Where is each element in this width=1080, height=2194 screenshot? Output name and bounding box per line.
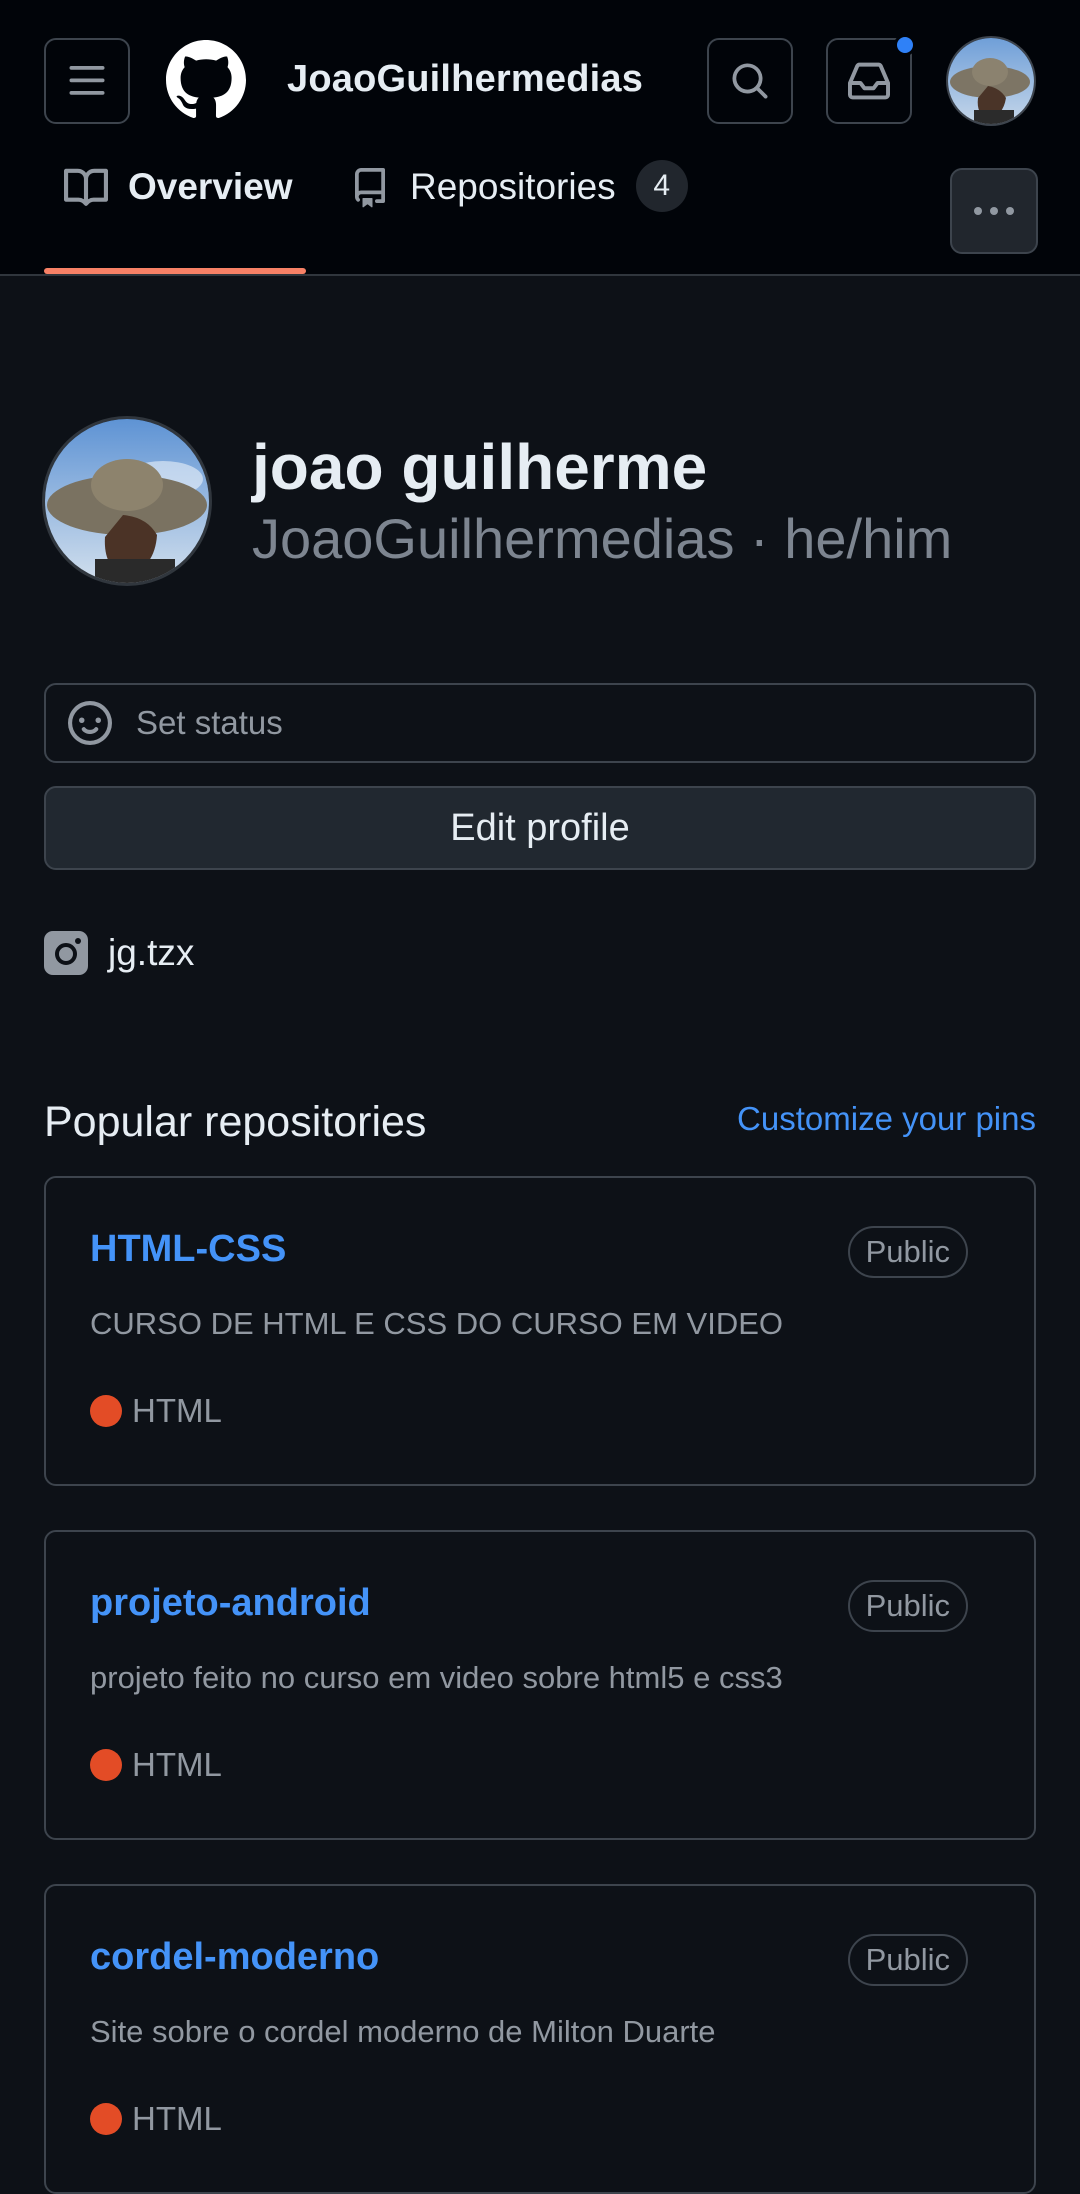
visibility-badge: Public bbox=[847, 1934, 968, 1986]
language-color-dot bbox=[90, 2103, 122, 2135]
search-button[interactable] bbox=[707, 38, 793, 124]
social-link-instagram[interactable]: jg.tzx bbox=[44, 928, 194, 978]
language-color-dot bbox=[90, 1395, 122, 1427]
set-status-button[interactable]: Set status bbox=[44, 683, 1036, 763]
social-handle: jg.tzx bbox=[108, 932, 195, 973]
top-bar: JoaoGuilhermedias Overview Repositories … bbox=[0, 0, 1080, 276]
tab-repositories[interactable]: Repositories 4 bbox=[350, 160, 688, 270]
edit-profile-button[interactable]: Edit profile bbox=[44, 786, 1036, 870]
profile-login-pronouns: JoaoGuilhermedias · he/him bbox=[252, 507, 953, 570]
repositories-count: 4 bbox=[635, 160, 688, 212]
visibility-badge: Public bbox=[847, 1226, 968, 1278]
visibility-badge: Public bbox=[847, 1580, 968, 1632]
repo-language: HTML bbox=[90, 1746, 222, 1784]
more-tabs-button[interactable] bbox=[950, 168, 1038, 254]
repo-description: projeto feito no curso em video sobre ht… bbox=[90, 1660, 783, 1695]
book-icon bbox=[64, 168, 108, 206]
repo-description: CURSO DE HTML E CSS DO CURSO EM VIDEO bbox=[90, 1306, 783, 1341]
repo-icon bbox=[355, 168, 385, 208]
menu-button[interactable] bbox=[44, 38, 130, 124]
smiley-icon bbox=[68, 701, 112, 745]
popular-repositories-heading: Popular repositories bbox=[44, 1098, 427, 1146]
language-label: HTML bbox=[132, 1392, 222, 1429]
repo-card: projeto-android Public projeto feito no … bbox=[44, 1530, 1036, 1840]
tab-repositories-label: Repositories bbox=[410, 166, 616, 207]
header-avatar[interactable] bbox=[946, 36, 1036, 126]
instagram-icon bbox=[44, 931, 88, 975]
tab-overview-label: Overview bbox=[128, 166, 293, 207]
selected-tab-underline bbox=[44, 268, 306, 274]
repo-description: Site sobre o cordel moderno de Milton Du… bbox=[90, 2014, 716, 2049]
header-username[interactable]: JoaoGuilhermedias bbox=[287, 58, 643, 101]
set-status-label: Set status bbox=[136, 704, 283, 741]
profile-avatar[interactable] bbox=[42, 416, 212, 586]
profile-full-name: joao guilherme bbox=[252, 431, 708, 503]
language-label: HTML bbox=[132, 1746, 222, 1783]
github-logo-icon[interactable] bbox=[166, 40, 246, 120]
notification-indicator bbox=[894, 34, 916, 56]
repo-card: HTML-CSS Public CURSO DE HTML E CSS DO C… bbox=[44, 1176, 1036, 1486]
search-icon bbox=[732, 63, 768, 99]
language-label: HTML bbox=[132, 2100, 222, 2137]
repo-language: HTML bbox=[90, 2100, 222, 2138]
repo-language: HTML bbox=[90, 1392, 222, 1430]
repo-card: cordel-moderno Public Site sobre o corde… bbox=[44, 1884, 1036, 2194]
customize-pins-link[interactable]: Customize your pins bbox=[737, 1100, 1036, 1138]
kebab-horizontal-icon bbox=[974, 207, 1014, 215]
menu-icon bbox=[69, 66, 105, 95]
tab-overview[interactable]: Overview bbox=[64, 166, 293, 270]
inbox-icon bbox=[848, 62, 890, 100]
language-color-dot bbox=[90, 1749, 122, 1781]
repo-name-link[interactable]: projeto-android bbox=[90, 1582, 371, 1625]
repo-name-link[interactable]: HTML-CSS bbox=[90, 1228, 286, 1271]
repo-name-link[interactable]: cordel-moderno bbox=[90, 1936, 379, 1979]
